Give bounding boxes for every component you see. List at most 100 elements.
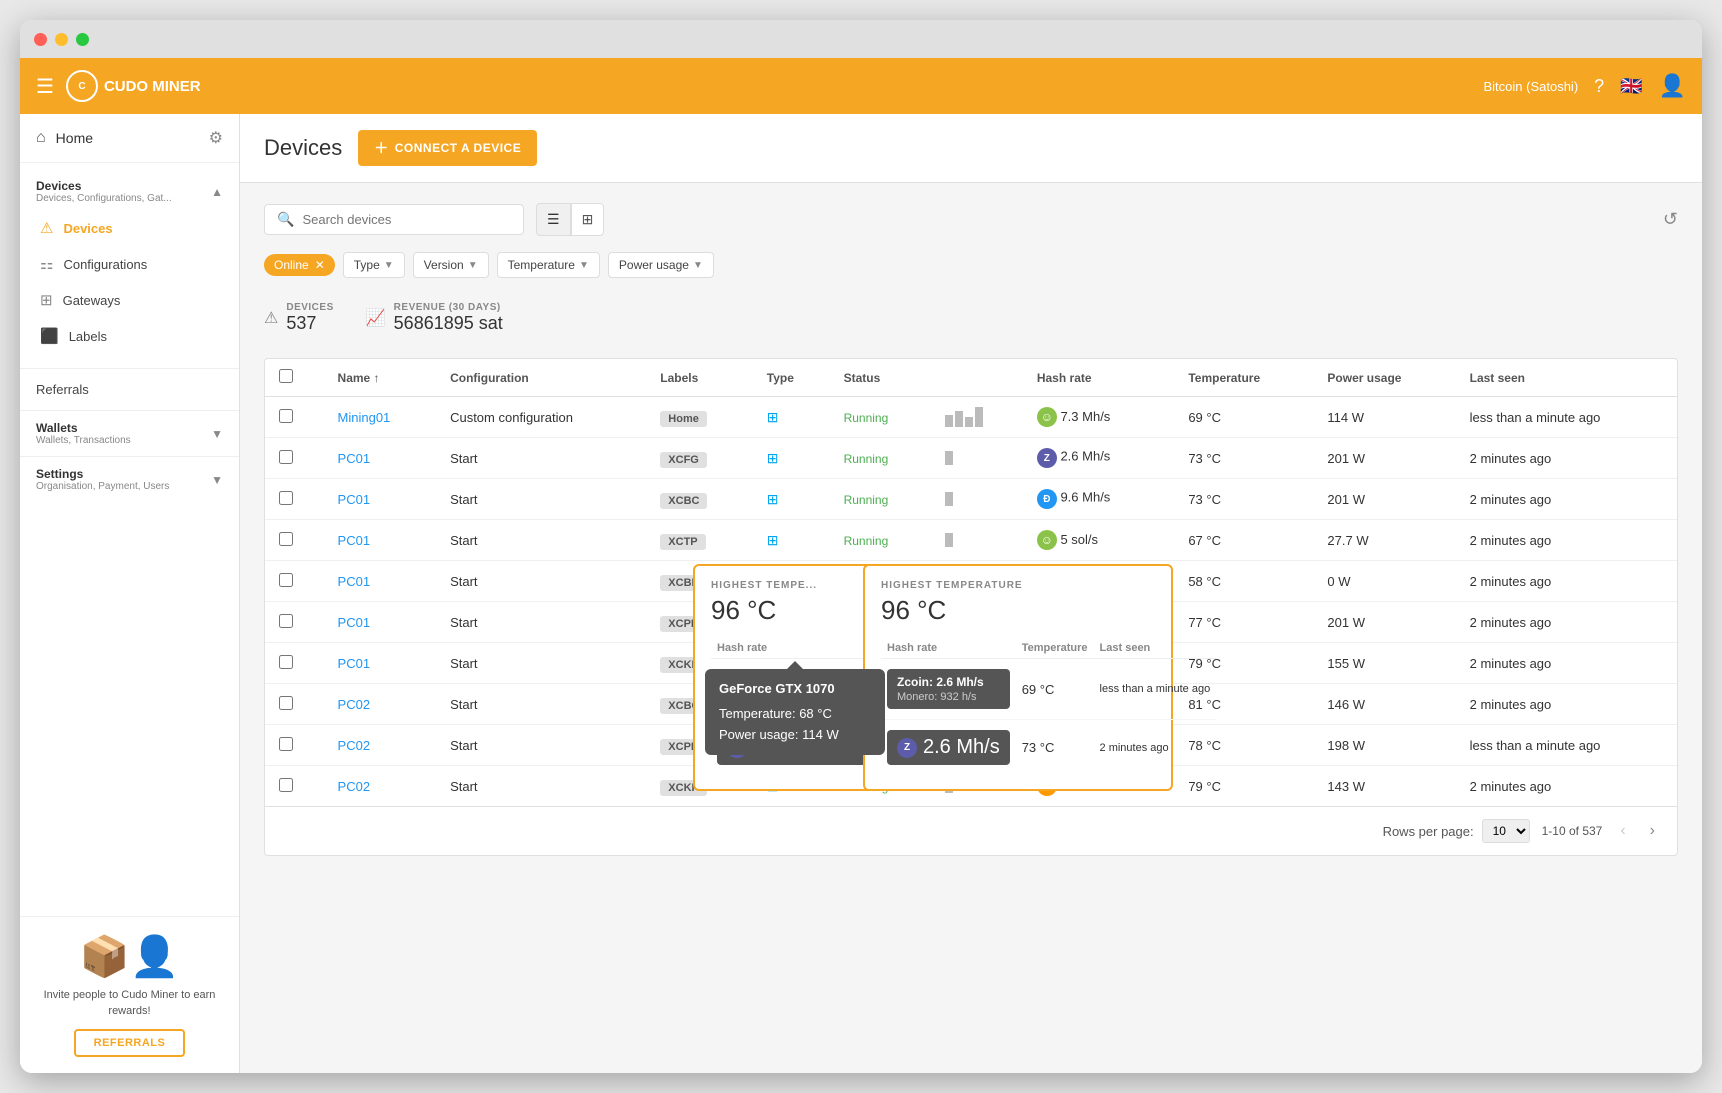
pagination-next-button[interactable]: › <box>1644 820 1661 842</box>
device-name[interactable]: Mining01 <box>324 397 437 438</box>
pagination-prev-button[interactable]: ‹ <box>1614 820 1631 842</box>
right-card-title: HIGHEST TEMPERATURE <box>881 580 1155 591</box>
search-input[interactable] <box>302 212 511 227</box>
device-label-badge[interactable]: XCFG <box>660 452 707 468</box>
refresh-button[interactable]: ↺ <box>1663 209 1678 230</box>
row-checkbox[interactable] <box>279 409 293 423</box>
device-name[interactable]: PC01 <box>324 520 437 561</box>
minimize-btn[interactable] <box>55 33 68 46</box>
sidebar-devices-label: Devices <box>63 221 112 236</box>
sidebar-item-configurations[interactable]: ⚏ Configurations <box>20 246 239 282</box>
right-inner-card-1: Zcoin: 2.6 Mh/s Monero: 932 h/s <box>887 669 1010 709</box>
row-checkbox[interactable] <box>279 655 293 669</box>
col-name[interactable]: Name ↑ <box>324 359 437 397</box>
help-icon[interactable]: ? <box>1594 76 1604 97</box>
device-label-badge[interactable]: XCBC <box>660 493 707 509</box>
col-checkbox <box>265 359 324 397</box>
device-power: 201 W <box>1313 479 1455 520</box>
devices-stat-value: 537 <box>286 313 333 334</box>
type-filter[interactable]: Type ▼ <box>343 252 405 278</box>
close-btn[interactable] <box>34 33 47 46</box>
sidebar-settings-icon[interactable]: ⚙ <box>209 128 223 148</box>
view-toggle: ☰ ⊞ <box>536 203 604 236</box>
language-flag[interactable]: 🇬🇧 <box>1620 76 1642 97</box>
device-power: 114 W <box>1313 397 1455 438</box>
row-checkbox[interactable] <box>279 778 293 792</box>
col-temperature[interactable]: Temperature <box>1174 359 1313 397</box>
version-filter[interactable]: Version ▼ <box>413 252 489 278</box>
devices-stat: ⚠ DEVICES 537 <box>264 302 334 334</box>
row-checkbox[interactable] <box>279 450 293 464</box>
online-chip-remove[interactable]: ✕ <box>315 258 325 272</box>
col-lastseen[interactable]: Last seen <box>1456 359 1677 397</box>
user-avatar-icon[interactable]: 👤 <box>1659 73 1686 99</box>
row-checkbox[interactable] <box>279 696 293 710</box>
sidebar-configurations-label: Configurations <box>63 257 147 272</box>
device-label-badge[interactable]: XCTP <box>660 534 705 550</box>
device-name[interactable]: PC01 <box>324 561 437 602</box>
device-hashrate: ☺ 5 sol/s <box>1023 520 1174 561</box>
currency-display[interactable]: Bitcoin (Satoshi) <box>1484 79 1579 94</box>
device-name[interactable]: PC02 <box>324 766 437 807</box>
device-power: 198 W <box>1313 725 1455 766</box>
maximize-btn[interactable] <box>76 33 89 46</box>
device-power: 155 W <box>1313 643 1455 684</box>
device-power: 201 W <box>1313 438 1455 479</box>
row-checkbox[interactable] <box>279 614 293 628</box>
online-filter-chip[interactable]: Online ✕ <box>264 254 335 276</box>
col-power[interactable]: Power usage <box>1313 359 1455 397</box>
list-view-button[interactable]: ☰ <box>536 203 571 236</box>
grid-view-button[interactable]: ⊞ <box>571 203 605 236</box>
promo-image: 📦👤 <box>36 933 223 980</box>
sidebar-item-gateways[interactable]: ⊞ Gateways <box>20 282 239 318</box>
rows-per-page-control: Rows per page: 10 25 50 <box>1383 819 1530 843</box>
col-status[interactable]: Status <box>830 359 931 397</box>
sidebar-item-devices[interactable]: ⚠ Devices <box>20 210 239 246</box>
sidebar-home[interactable]: ⌂ Home ⚙ <box>20 114 239 163</box>
col-config[interactable]: Configuration <box>436 359 646 397</box>
section-wallets-header[interactable]: Wallets Wallets, Transactions ▼ <box>20 415 239 452</box>
gateways-icon: ⊞ <box>40 291 53 309</box>
temperature-filter[interactable]: Temperature ▼ <box>497 252 600 278</box>
device-label-badge[interactable]: Home <box>660 411 707 427</box>
device-name[interactable]: PC02 <box>324 725 437 766</box>
tooltip-popup: GeForce GTX 1070 Temperature: 68 °C Powe… <box>705 669 885 755</box>
table-row: PC01 Start XCBC ⊞ Running Ð 9.6 Mh/s 73 … <box>265 479 1677 520</box>
rows-per-page-select[interactable]: 10 25 50 <box>1482 819 1530 843</box>
right-inner1-sub: Monero: 932 h/s <box>897 691 1000 703</box>
device-name[interactable]: PC01 <box>324 438 437 479</box>
toolbar: 🔍 ☰ ⊞ ↺ <box>264 203 1678 236</box>
row-checkbox[interactable] <box>279 573 293 587</box>
content-header: Devices ＋ CONNECT A DEVICE <box>240 114 1702 183</box>
tooltip-power: Power usage: 114 W <box>719 725 871 746</box>
device-temp: 73 °C <box>1174 438 1313 479</box>
right-card-temp: 96 °C <box>881 595 1155 626</box>
col-hashrate[interactable]: Hash rate <box>1023 359 1174 397</box>
device-lastseen: 2 minutes ago <box>1456 602 1677 643</box>
col-type[interactable]: Type <box>753 359 830 397</box>
right-card-col3: Last seen <box>1094 638 1217 659</box>
device-lastseen: 2 minutes ago <box>1456 643 1677 684</box>
device-name[interactable]: PC01 <box>324 479 437 520</box>
sidebar-item-referrals[interactable]: Referrals <box>20 373 239 406</box>
sidebar-item-labels[interactable]: ⬛ Labels <box>20 318 239 354</box>
right-row1-last: less than a minute ago <box>1094 659 1217 720</box>
device-power: 201 W <box>1313 602 1455 643</box>
col-labels[interactable]: Labels <box>646 359 752 397</box>
connect-device-button[interactable]: ＋ CONNECT A DEVICE <box>358 130 537 166</box>
device-name[interactable]: PC01 <box>324 643 437 684</box>
select-all-checkbox[interactable] <box>279 369 293 383</box>
device-name[interactable]: PC02 <box>324 684 437 725</box>
section-settings-header[interactable]: Settings Organisation, Payment, Users ▼ <box>20 461 239 498</box>
hashrate-icon: Z <box>1037 448 1057 468</box>
row-checkbox[interactable] <box>279 737 293 751</box>
device-power: 143 W <box>1313 766 1455 807</box>
power-filter[interactable]: Power usage ▼ <box>608 252 714 278</box>
row-checkbox[interactable] <box>279 532 293 546</box>
device-name[interactable]: PC01 <box>324 602 437 643</box>
row-checkbox[interactable] <box>279 491 293 505</box>
hamburger-menu[interactable]: ☰ <box>36 74 54 99</box>
section-wallets-chevron: ▼ <box>211 427 223 441</box>
device-lastseen: less than a minute ago <box>1456 725 1677 766</box>
section-devices-header[interactable]: Devices Devices, Configurations, Gat... … <box>20 173 239 210</box>
